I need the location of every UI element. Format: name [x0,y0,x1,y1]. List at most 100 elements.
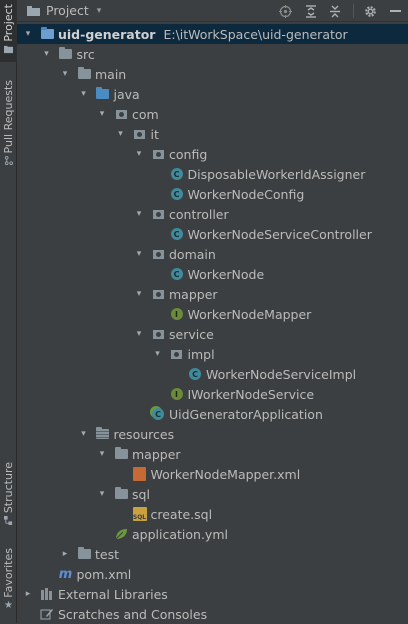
pull-requests-tool-tab[interactable]: Pull Requests [0,80,17,170]
tree-row[interactable]: C WorkerNodeConfig [17,184,408,204]
tree-row[interactable]: C WorkerNodeServiceController [17,224,408,244]
tree-row[interactable]: ▾ mapper [17,284,408,304]
folder-icon [76,66,92,82]
class-icon: C [169,266,185,282]
tree-item-label: WorkerNodeServiceController [187,226,372,242]
tree-row[interactable]: ▾ domain [17,244,408,264]
structure-tool-tab[interactable]: Structure [0,462,17,532]
package-icon [150,246,166,262]
tree-item-label: src [76,46,95,62]
folder-icon [113,486,129,502]
chevron-down-icon[interactable]: ▾ [23,29,33,39]
chevron-down-icon[interactable]: ▾ [134,249,144,259]
chevron-down-icon[interactable]: ▾ [97,109,107,119]
collapse-all-icon[interactable] [327,3,343,19]
maven-icon: m [58,566,73,582]
tree-row[interactable]: ▾ sql [17,484,408,504]
module-folder-icon [39,26,55,42]
project-tab-label: Project [2,4,15,42]
panel-title[interactable]: Project [46,3,89,18]
tree-row[interactable]: ▾ src [17,44,408,64]
view-dropdown-caret[interactable]: ▾ [97,6,102,16]
favorites-tab-label: Favorites [2,548,15,598]
tree-item-label: service [169,326,214,342]
package-icon [113,106,129,122]
tree-row[interactable]: WorkerNodeMapper.xml [17,464,408,484]
chevron-down-icon[interactable]: ▾ [97,449,107,459]
expand-all-icon[interactable] [303,3,319,19]
tree-row[interactable]: m pom.xml [17,564,408,584]
chevron-down-icon[interactable]: ▾ [134,149,144,159]
favorites-tool-tab[interactable]: Favorites ★ [0,548,17,614]
tree-row[interactable]: C DisposableWorkerIdAssigner [17,164,408,184]
tree-row[interactable]: ▾ impl [17,344,408,364]
package-icon [150,286,166,302]
folder-icon [4,45,13,53]
chevron-down-icon[interactable]: ▾ [134,209,144,219]
settings-icon[interactable] [362,3,378,19]
tree-item-label: create.sql [150,506,213,522]
hide-icon[interactable] [388,3,404,19]
tree-row[interactable]: ▾ service [17,324,408,344]
tree-row[interactable]: SQL create.sql [17,504,408,524]
tree-row[interactable]: ▾ mapper [17,444,408,464]
tree-item-label: java [113,86,140,102]
chevron-down-icon[interactable]: ▾ [79,429,89,439]
resources-folder-icon [95,426,111,442]
package-icon [150,326,166,342]
tree-item-label: mapper [132,446,181,462]
chevron-down-icon[interactable]: ▾ [97,489,107,499]
tree-row[interactable]: ▾ com [17,104,408,124]
chevron-down-icon[interactable]: ▾ [134,329,144,339]
class-icon: C [169,226,185,242]
sql-file-icon: SQL [132,506,148,522]
tree-row[interactable]: ▸ External Libraries [17,584,408,604]
chevron-down-icon[interactable]: ▾ [134,289,144,299]
tree-row[interactable]: I IWorkerNodeService [17,384,408,404]
tree-row[interactable]: ▾ config [17,144,408,164]
tree-item-label: IWorkerNodeService [187,386,315,402]
toolbar-divider [353,4,354,18]
package-icon [169,346,185,362]
chevron-down-icon[interactable]: ▾ [153,349,163,359]
tree-item-label: test [95,546,120,562]
tree-row[interactable]: ▸ test [17,544,408,564]
tree-row[interactable]: C WorkerNodeServiceImpl [17,364,408,384]
chevron-down-icon[interactable]: ▾ [116,129,126,139]
tree-item-label: config [169,146,208,162]
star-icon: ★ [4,599,13,611]
xml-file-icon [132,466,148,482]
tree-row[interactable]: Scratches and Consoles [17,604,408,624]
tree-row[interactable]: ▾ controller [17,204,408,224]
package-icon [150,206,166,222]
tree-row[interactable]: ▾ main [17,64,408,84]
chevron-down-icon[interactable]: ▾ [79,89,89,99]
project-tool-tab[interactable]: Project [0,0,17,62]
interface-icon: I [169,306,185,322]
project-folder-icon [27,5,40,16]
tree-item-label: resources [113,426,175,442]
tree-row[interactable]: ▾ java [17,84,408,104]
tree-item-label: application.yml [132,526,228,542]
tree-row[interactable]: C UidGeneratorApplication [17,404,408,424]
scratches-icon [39,606,55,622]
tree-item-label: it [150,126,159,142]
chevron-down-icon[interactable]: ▾ [42,49,52,59]
class-icon: C [169,186,185,202]
tree-row[interactable]: C WorkerNode [17,264,408,284]
tree-item-label: pom.xml [76,566,132,582]
tree-item-label: sql [132,486,150,502]
chevron-right-icon[interactable]: ▸ [23,589,33,599]
tree-item-label: UidGeneratorApplication [169,406,323,422]
tree-item-label: com [132,106,159,122]
chevron-right-icon[interactable]: ▸ [60,549,70,559]
tree-row[interactable]: ▾ resources [17,424,408,444]
tree-row[interactable]: ▾ uid-generator E:\itWorkSpace\uid-generat… [17,24,408,44]
tree-item-label: domain [169,246,216,262]
tree-row[interactable]: ▾ it [17,124,408,144]
tree-row[interactable]: I WorkerNodeMapper [17,304,408,324]
tree-row[interactable]: application.yml [17,524,408,544]
tree-item-label: WorkerNodeServiceImpl [206,366,357,382]
chevron-down-icon[interactable]: ▾ [60,69,70,79]
locate-icon[interactable] [277,3,293,19]
